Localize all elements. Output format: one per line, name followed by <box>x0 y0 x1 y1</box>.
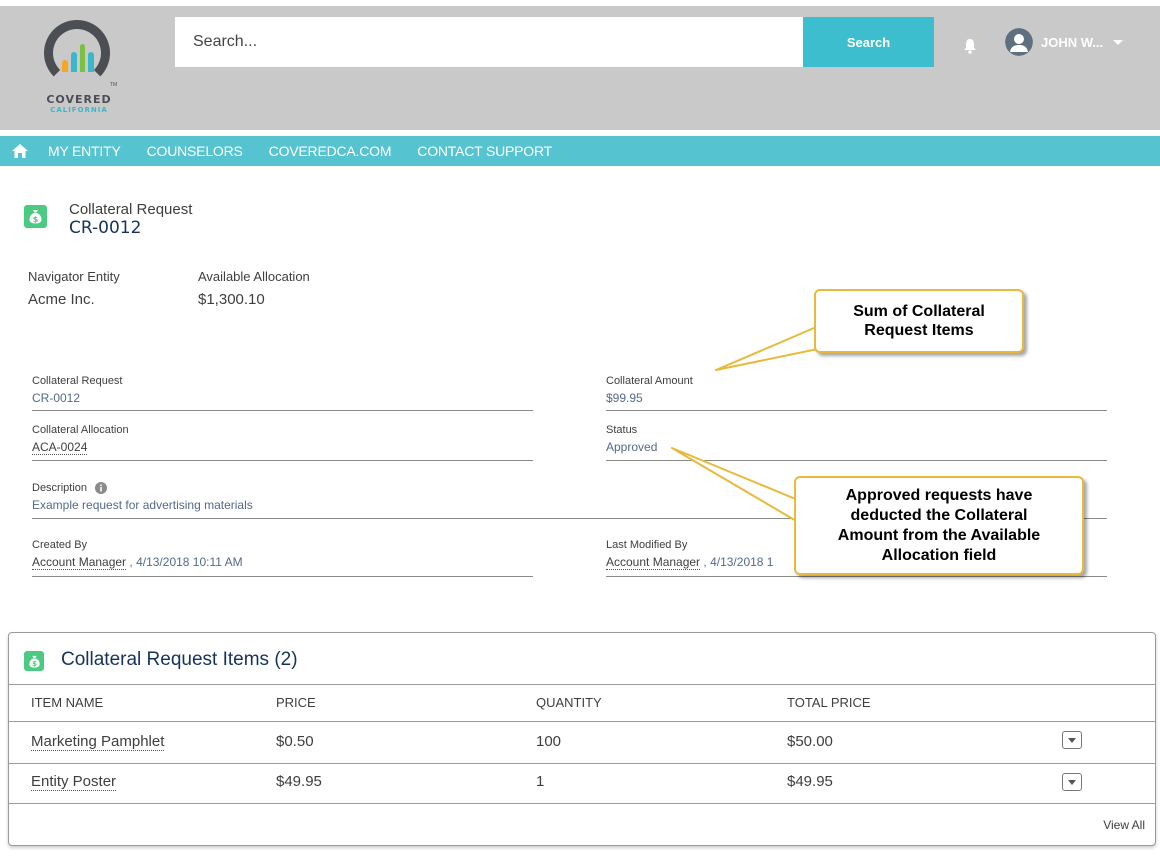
total-price-cell: $49.95 <box>787 773 833 790</box>
last-modified-by-user-link[interactable]: Account Manager <box>606 555 701 570</box>
logo-text: COVERED <box>46 93 112 106</box>
field-label-status: Status <box>606 424 638 436</box>
field-value-status: Approved <box>606 440 658 454</box>
covered-california-logo[interactable]: TM COVERED CALIFORNIA <box>40 20 120 120</box>
user-avatar-icon <box>1005 28 1033 56</box>
item-name-cell: Marketing Pamphlet <box>31 733 165 751</box>
logo-subtext: CALIFORNIA <box>50 106 108 114</box>
field-divider <box>32 576 533 577</box>
highlight-label-navigator-entity: Navigator Entity <box>28 269 120 284</box>
svg-text:$: $ <box>33 215 39 224</box>
field-value-created-by: Account Manager , 4/13/2018 10:11 AM <box>32 555 243 570</box>
page: TM COVERED CALIFORNIA Search JOHN W... <box>0 0 1160 856</box>
field-value-last-modified-by: Account Manager , 4/13/2018 1 <box>606 555 774 570</box>
user-name: JOHN W... <box>1041 34 1104 50</box>
item-name-link[interactable]: Marketing Pamphlet <box>31 733 165 751</box>
logo-bar <box>88 52 94 72</box>
nav-item-coveredca[interactable]: COVEREDCA.COM <box>269 143 392 159</box>
field-divider <box>606 410 1107 411</box>
callout-approved-requests: Approved requests have deducted the Coll… <box>794 476 1084 575</box>
svg-text:$: $ <box>32 660 37 668</box>
last-modified-by-date: , 4/13/2018 1 <box>703 555 774 569</box>
item-name-cell: Entity Poster <box>31 773 117 791</box>
highlight-label-available-allocation: Available Allocation <box>198 269 310 284</box>
field-label-last-modified-by: Last Modified By <box>606 539 688 551</box>
logo-trademark: TM <box>110 82 118 88</box>
callout-line: Request Items <box>864 322 974 339</box>
field-divider <box>32 460 533 461</box>
quantity-cell: 100 <box>536 733 562 750</box>
row-action-menu[interactable] <box>1062 773 1082 791</box>
home-icon[interactable] <box>12 144 28 158</box>
created-by-date: , 4/13/2018 10:11 AM <box>129 555 243 569</box>
field-label-collateral-allocation: Collateral Allocation <box>32 424 129 436</box>
callout-sum-of-items: Sum of Collateral Request Items <box>814 289 1024 353</box>
field-value-collateral-amount: $99.95 <box>606 391 643 405</box>
column-header-item-name: ITEM NAME <box>31 695 104 710</box>
user-menu[interactable]: JOHN W... <box>1005 28 1124 56</box>
related-list-card: $ Collateral Request Items (2) ITEM NAME… <box>8 632 1156 846</box>
top-header: TM COVERED CALIFORNIA Search JOHN W... <box>0 6 1160 130</box>
card-divider <box>9 721 1155 722</box>
field-divider <box>606 576 1107 577</box>
nav-item-my-entity[interactable]: MY ENTITY <box>48 143 121 159</box>
main-nav: MY ENTITY COUNSELORS COVEREDCA.COM CONTA… <box>0 136 1160 166</box>
chevron-down-icon <box>1068 737 1076 743</box>
highlight-value-available-allocation: $1,300.10 <box>198 291 265 308</box>
nav-item-contact-support[interactable]: CONTACT SUPPORT <box>417 143 552 159</box>
callout-line: deducted the Collateral <box>850 506 1028 524</box>
total-price-cell: $50.00 <box>787 733 833 750</box>
logo-bar <box>79 44 86 72</box>
callout-line: Approved requests have <box>845 486 1033 504</box>
chevron-down-icon <box>1068 779 1076 785</box>
quantity-cell: 1 <box>536 773 545 790</box>
related-list-title[interactable]: Collateral Request Items (2) <box>61 649 298 671</box>
logo-bar <box>62 60 68 72</box>
column-header-quantity: QUANTITY <box>536 695 602 710</box>
bell-icon[interactable] <box>963 38 977 54</box>
field-label-collateral-amount: Collateral Amount <box>606 375 693 387</box>
price-cell: $0.50 <box>276 733 314 750</box>
field-label-description: Description <box>32 482 88 494</box>
search-input[interactable] <box>175 17 803 67</box>
logo-bar <box>70 52 77 72</box>
field-divider <box>32 410 533 411</box>
highlight-value-navigator-entity: Acme Inc. <box>28 291 95 308</box>
callout-line: Sum of Collateral <box>853 303 985 320</box>
item-name-link[interactable]: Entity Poster <box>31 773 117 791</box>
money-bag-icon: $ <box>24 651 44 671</box>
created-by-user-link[interactable]: Account Manager <box>32 555 127 570</box>
field-value-description: Example request for advertising material… <box>32 498 253 512</box>
price-cell: $49.95 <box>276 773 322 790</box>
record-type: Collateral Request <box>69 201 193 218</box>
money-bag-icon: $ <box>24 205 47 228</box>
field-divider <box>606 460 1107 461</box>
row-action-menu[interactable] <box>1062 731 1082 749</box>
field-label-created-by: Created By <box>32 539 88 551</box>
field-label-collateral-request: Collateral Request <box>32 375 123 387</box>
search-button[interactable]: Search <box>803 17 934 67</box>
card-divider <box>9 684 1155 685</box>
logo-bars <box>62 42 94 72</box>
collateral-allocation-link[interactable]: ACA-0024 <box>32 440 88 455</box>
view-all-link[interactable]: View All <box>1103 818 1145 832</box>
callout-line: Amount from the Available <box>837 526 1041 544</box>
field-label-description-row: Description <box>32 482 108 494</box>
info-icon[interactable] <box>95 482 108 494</box>
card-divider <box>9 763 1155 764</box>
column-header-price: PRICE <box>276 695 316 710</box>
record-title: CR-0012 <box>69 218 142 238</box>
callout-line: Allocation field <box>881 546 997 564</box>
chevron-down-icon <box>1113 39 1124 45</box>
nav-item-counselors[interactable]: COUNSELORS <box>147 143 243 159</box>
field-value-collateral-allocation: ACA-0024 <box>32 440 88 455</box>
column-header-total-price: TOTAL PRICE <box>787 695 871 710</box>
card-divider <box>9 803 1155 804</box>
field-value-collateral-request: CR-0012 <box>32 391 81 405</box>
